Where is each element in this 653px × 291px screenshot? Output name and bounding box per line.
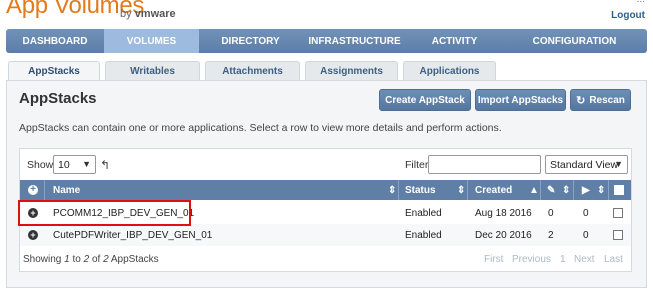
- column-header-name-label: Name: [53, 184, 81, 196]
- row-select-checkbox[interactable]: [613, 224, 623, 246]
- vmware-logo: by vmware: [120, 8, 176, 20]
- page-description: AppStacks can contain one or more applic…: [19, 122, 502, 134]
- highlight-annotation: [18, 200, 191, 226]
- nav-directory[interactable]: DIRECTORY: [199, 29, 302, 53]
- tab-applications[interactable]: Applications: [403, 61, 496, 80]
- sort-icon: ⇕: [388, 184, 397, 196]
- expand-row-button[interactable]: +: [28, 224, 38, 246]
- nav-dashboard[interactable]: DASHBOARD: [6, 29, 104, 53]
- reset-sort-icon[interactable]: ↰: [100, 158, 110, 172]
- table-header: + Name ⇕ Status ⇕ Created ▲ ✎ ⇕ ▶ ⇕: [20, 180, 631, 200]
- row-status: Enabled: [405, 207, 442, 219]
- column-header-name[interactable]: Name: [53, 180, 398, 200]
- row-name: CutePDFWriter_IBP_DEV_GEN_01: [53, 229, 213, 241]
- page-size-value: 10: [58, 158, 70, 171]
- logo-by-text: by: [120, 8, 132, 20]
- pager-first[interactable]: First: [484, 254, 503, 265]
- column-header-status[interactable]: Status: [405, 180, 460, 200]
- plus-circle-icon: +: [28, 230, 38, 240]
- row-attachments-count: 2: [548, 229, 554, 241]
- nav-configuration[interactable]: CONFIGURATION: [502, 29, 647, 53]
- refresh-icon: ↻: [576, 94, 586, 107]
- page-size-select[interactable]: 10 ▼: [53, 155, 96, 174]
- row-created: Dec 20 2016: [475, 229, 532, 241]
- column-header-created[interactable]: Created: [475, 180, 530, 200]
- sort-icon: ⇕: [597, 184, 606, 196]
- pager-previous[interactable]: Previous: [512, 254, 551, 265]
- sort-icon: ⇕: [457, 184, 466, 196]
- column-divider: [398, 180, 399, 200]
- row-assignments-count: 0: [583, 229, 589, 241]
- plus-circle-icon: +: [28, 185, 38, 195]
- show-label: Show: [27, 159, 54, 171]
- sort-ascending-icon: ▲: [529, 184, 539, 196]
- column-header-status-label: Status: [405, 184, 436, 196]
- view-select[interactable]: Standard View ▼: [545, 155, 628, 174]
- sort-icon: ⇕: [562, 184, 571, 196]
- import-appstacks-button[interactable]: Import AppStacks: [475, 89, 566, 111]
- view-select-value: Standard View: [550, 158, 619, 171]
- chevron-down-icon: ▼: [614, 159, 623, 169]
- nav-volumes[interactable]: VOLUMES: [104, 29, 199, 53]
- tab-appstacks[interactable]: AppStacks: [8, 61, 100, 81]
- column-header-created-label: Created: [475, 184, 513, 196]
- column-divider: [608, 180, 609, 200]
- rescan-label: Rescan: [589, 94, 625, 106]
- select-all-checkbox[interactable]: [614, 180, 624, 200]
- row-assignments-count: 0: [583, 207, 589, 219]
- info-of-word: of: [89, 254, 104, 265]
- nav-infrastructure[interactable]: INFRASTRUCTURE: [302, 29, 407, 53]
- column-divider: [467, 180, 468, 200]
- row-status: Enabled: [405, 229, 442, 241]
- checkbox-icon: [614, 185, 624, 195]
- filter-input[interactable]: [428, 155, 541, 174]
- main-nav: DASHBOARD VOLUMES DIRECTORY INFRASTRUCTU…: [6, 29, 647, 53]
- column-divider: [573, 180, 574, 200]
- pagination-info: Showing 1 to 2 of 2 AppStacks: [23, 254, 159, 265]
- attachments-column-icon[interactable]: ✎: [547, 180, 555, 200]
- tab-writables[interactable]: Writables: [105, 61, 200, 80]
- checkbox-icon: [613, 208, 623, 218]
- tab-attachments[interactable]: Attachments: [205, 61, 300, 80]
- chevron-down-icon: ▼: [82, 159, 91, 169]
- logout-link[interactable]: Logout: [611, 10, 645, 21]
- pager-last[interactable]: Last: [604, 254, 623, 265]
- info-suffix: AppStacks: [108, 254, 159, 265]
- logo-vendor-text: vmware: [134, 8, 176, 20]
- assignments-column-icon[interactable]: ▶: [582, 180, 590, 200]
- row-select-checkbox[interactable]: [613, 202, 623, 224]
- info-prefix: Showing: [23, 254, 65, 265]
- create-appstack-button[interactable]: Create AppStack: [379, 89, 471, 111]
- filter-label: Filter: [405, 159, 429, 171]
- page-title: AppStacks: [19, 90, 97, 107]
- checkbox-icon: [613, 230, 623, 240]
- row-created: Aug 18 2016: [475, 207, 532, 219]
- pager-current-page[interactable]: 1: [560, 254, 566, 265]
- expand-all-header[interactable]: +: [28, 180, 38, 200]
- pager-next[interactable]: Next: [574, 254, 595, 265]
- tab-assignments[interactable]: Assignments: [305, 61, 398, 80]
- row-attachments-count: 0: [548, 207, 554, 219]
- column-divider: [540, 180, 541, 200]
- user-name-clipped: ...: [637, 0, 645, 5]
- rescan-button[interactable]: ↻ Rescan: [570, 89, 631, 111]
- nav-activity[interactable]: ACTIVITY: [407, 29, 502, 53]
- info-to-word: to: [69, 254, 84, 265]
- column-divider: [44, 180, 45, 200]
- table-row[interactable]: + CutePDFWriter_IBP_DEV_GEN_01 Enabled D…: [20, 224, 631, 246]
